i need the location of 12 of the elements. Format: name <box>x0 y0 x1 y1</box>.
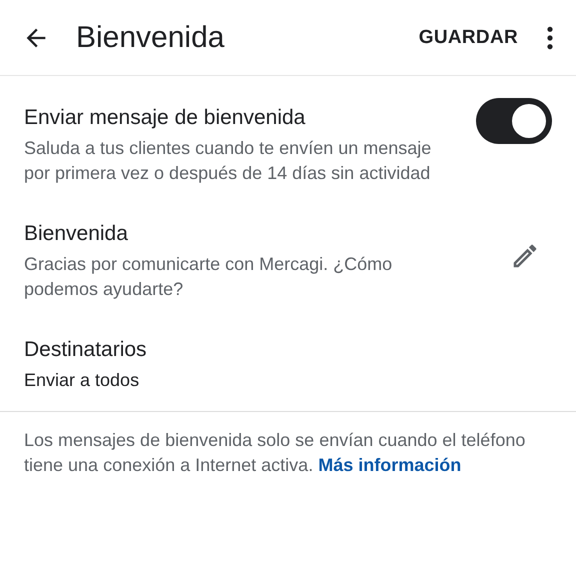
more-options-icon[interactable] <box>546 24 554 50</box>
screen-title: Bienvenida <box>76 20 226 54</box>
info-note: Los mensajes de bienvenida solo se envían cuando el teléfono tiene una conexión a Internet activa. Más información <box>24 429 526 477</box>
toggle-switch[interactable] <box>476 98 552 144</box>
setting-title: Destinatarios <box>24 337 148 363</box>
setting-description: Saluda a tus clientes cuando te envíen un mensaje por primera vez o después de 14 días sin actividad <box>24 137 432 185</box>
setting-description: Gracias por comunicarte con Mercagi. ¿Cómo podemos ayudarte? <box>24 253 394 301</box>
setting-title: Enviar mensaje de bienvenida <box>24 105 306 131</box>
more-info-link[interactable]: Más información <box>318 455 462 475</box>
save-button[interactable]: GUARDAR <box>414 20 522 54</box>
setting-description: Enviar a todos <box>24 369 140 392</box>
setting-title: Bienvenida <box>24 221 129 247</box>
